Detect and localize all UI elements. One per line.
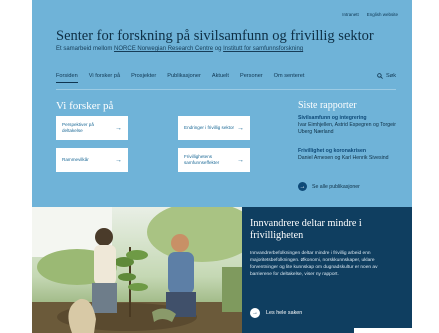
bottom-strip <box>354 328 434 333</box>
site-tagline: Et samarbeid mellom NORCE Norwegian Rese… <box>56 46 303 52</box>
nav-divider <box>56 89 396 90</box>
intranet-link[interactable]: Intranett <box>342 12 359 17</box>
nav-item-publikasjoner[interactable]: Publikasjoner <box>167 73 201 83</box>
card-label: Frivillighetens samfunnseffekter <box>184 154 220 165</box>
norce-link[interactable]: NORCE Norwegian Research Centre <box>114 46 213 52</box>
report-authors: Daniel Arnesen og Karl Henrik Sivesind <box>298 155 389 161</box>
arrow-circle-icon: → <box>250 308 260 318</box>
research-card-perspektiver[interactable]: Perspektiver på deltakelse → <box>56 116 128 140</box>
research-card-endringer[interactable]: Endringer i frivillig sektor → <box>178 116 250 140</box>
see-all-label: Se alle publikasjoner <box>312 183 360 190</box>
nav-item-forsiden[interactable]: Forsiden <box>56 73 78 83</box>
read-more-label: Les hele saken <box>266 310 303 316</box>
search-button[interactable]: Søk <box>377 73 396 79</box>
report-item: Frivillighet og koronakrisen Daniel Arne… <box>298 148 408 162</box>
report-title-link[interactable]: Sivilsamfunn og integrering <box>298 115 408 122</box>
isf-link[interactable]: Institutt for samfunnsforskning <box>223 46 303 52</box>
research-card-samfunnseffekter[interactable]: Frivillighetens samfunnseffekter → <box>178 148 250 172</box>
main-nav: Forsiden Vi forsker på Prosjekter Publik… <box>56 73 396 83</box>
report-authors: Ivar Eimhjellen, Astrid Espegren og Torg… <box>298 122 396 135</box>
tagline-prefix: Et samarbeid mellom <box>56 46 113 52</box>
report-item: Sivilsamfunn og integrering Ivar Eimhjel… <box>298 115 408 136</box>
research-heading: Vi forsker på <box>56 100 114 112</box>
card-label: Endringer i frivillig sektor <box>184 125 235 130</box>
site-title[interactable]: Senter for forskning på sivilsamfunn og … <box>56 28 374 45</box>
research-card-rammevilkar[interactable]: Rammevilkår → <box>56 148 128 172</box>
card-label: Rammevilkår <box>62 157 89 162</box>
page: Intranett English website Senter for for… <box>32 0 412 333</box>
arrow-right-icon: → <box>115 124 122 132</box>
read-more-link[interactable]: → Les hele saken <box>250 308 302 318</box>
top-links: Intranett English website <box>342 12 398 17</box>
tagline-joiner: og <box>214 46 222 52</box>
nav-item-om-senteret[interactable]: Om senteret <box>274 73 305 83</box>
arrow-right-icon: → <box>115 156 122 164</box>
feature-photo[interactable] <box>32 207 242 333</box>
card-label: Perspektiver på deltakelse <box>62 122 94 133</box>
nav-item-prosjekter[interactable]: Prosjekter <box>131 73 156 83</box>
arrow-circle-icon: → <box>298 182 307 191</box>
arrow-right-icon: → <box>237 156 244 164</box>
search-icon <box>377 73 383 79</box>
feature-title[interactable]: Innvandrere deltar mindre i frivillighet… <box>250 218 405 242</box>
feature-body: Innvandrerbefolkningen deltar mindre i f… <box>250 251 378 278</box>
nav-item-personer[interactable]: Personer <box>240 73 263 83</box>
see-all-publications-link[interactable]: → Se alle publikasjoner <box>298 182 360 191</box>
arrow-right-icon: → <box>237 124 244 132</box>
search-label: Søk <box>386 73 396 79</box>
tree-planting-photo <box>32 207 242 333</box>
report-title-link[interactable]: Frivillighet og koronakrisen <box>298 148 408 155</box>
reports-heading: Siste rapporter <box>298 100 357 111</box>
english-website-link[interactable]: English website <box>367 12 398 17</box>
nav-item-aktuelt[interactable]: Aktuelt <box>212 73 229 83</box>
nav-item-vi-forsker-pa[interactable]: Vi forsker på <box>89 73 120 83</box>
